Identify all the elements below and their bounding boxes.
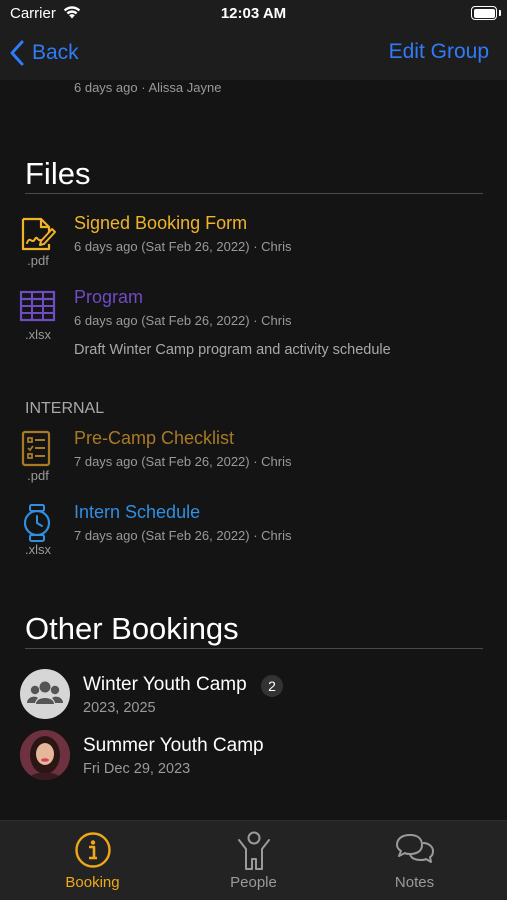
edit-group-button[interactable]: Edit Group (389, 40, 489, 64)
back-label: Back (32, 41, 79, 64)
booking-subtitle: Fri Dec 29, 2023 (83, 761, 191, 777)
file-row-program[interactable]: .xlsx Program 6 days ago (Sat Feb 26, 20… (0, 287, 507, 369)
file-name: Program (74, 287, 144, 307)
tab-bar: Booking People Notes (0, 820, 507, 900)
other-bookings-section-title: Other Bookings (25, 611, 239, 646)
group-icon (20, 669, 70, 719)
files-section-title: Files (25, 156, 91, 191)
file-extension: .xlsx (25, 542, 51, 557)
file-description: Draft Winter Camp program and activity s… (74, 342, 391, 358)
file-extension: .pdf (27, 468, 49, 483)
avatar (20, 730, 70, 780)
tab-label: People (230, 874, 277, 891)
file-name: Intern Schedule (74, 502, 201, 522)
booking-title: Winter Youth Camp (83, 674, 247, 695)
file-meta: 6 days ago (Sat Feb 26, 2022) · Chris (74, 313, 292, 328)
file-row-signed-booking-form[interactable]: .pdf Signed Booking Form 6 days ago (Sat… (0, 213, 507, 275)
tab-notes[interactable]: Notes (330, 821, 499, 900)
battery-icon (471, 6, 497, 20)
booking-title: Summer Youth Camp (83, 735, 264, 756)
signed-document-icon (19, 215, 57, 253)
tab-people[interactable]: People (169, 821, 338, 900)
file-extension: .pdf (27, 253, 49, 268)
booking-subtitle: 2023, 2025 (83, 700, 156, 716)
section-divider (25, 648, 483, 649)
file-meta: 7 days ago (Sat Feb 26, 2022) · Chris (74, 454, 292, 469)
file-meta: 7 days ago (Sat Feb 26, 2022) · Chris (74, 528, 292, 543)
file-name: Pre-Camp Checklist (74, 428, 235, 448)
section-divider (25, 193, 483, 194)
checklist-icon (19, 430, 57, 468)
count-badge: 2 (261, 675, 283, 697)
file-row-pre-camp-checklist[interactable]: .pdf Pre-Camp Checklist 7 days ago (Sat … (0, 428, 507, 490)
speech-bubbles-icon (330, 831, 499, 871)
tab-label: Notes (394, 874, 435, 891)
file-name: Signed Booking Form (74, 213, 248, 233)
file-row-intern-schedule[interactable]: .xlsx Intern Schedule 7 days ago (Sat Fe… (0, 502, 507, 564)
back-button[interactable]: Back (10, 38, 79, 68)
status-bar: Carrier 12:03 AM (0, 0, 507, 30)
chevron-left-icon (10, 40, 24, 66)
navigation-bar: Back Edit Group (0, 30, 507, 80)
internal-group-label: INTERNAL (25, 400, 105, 417)
watch-icon (19, 504, 57, 542)
previous-item-meta: 6 days ago · Alissa Jayne (74, 80, 222, 95)
content-scroll[interactable]: 6 days ago · Alissa Jayne Files .pdf Sig… (0, 80, 507, 820)
file-meta: 6 days ago (Sat Feb 26, 2022) · Chris (74, 239, 292, 254)
tab-booking[interactable]: Booking (8, 821, 177, 900)
spreadsheet-grid-icon (19, 289, 57, 327)
info-circle-icon (8, 831, 177, 871)
clock: 12:03 AM (220, 5, 287, 22)
booking-row-winter-youth-camp[interactable]: Winter Youth Camp 2 2023, 2025 (0, 669, 507, 725)
booking-row-summer-youth-camp[interactable]: Summer Youth Camp Fri Dec 29, 2023 (0, 730, 507, 786)
file-extension: .xlsx (25, 327, 51, 342)
person-icon (169, 831, 338, 871)
tab-label: Booking (65, 874, 120, 891)
